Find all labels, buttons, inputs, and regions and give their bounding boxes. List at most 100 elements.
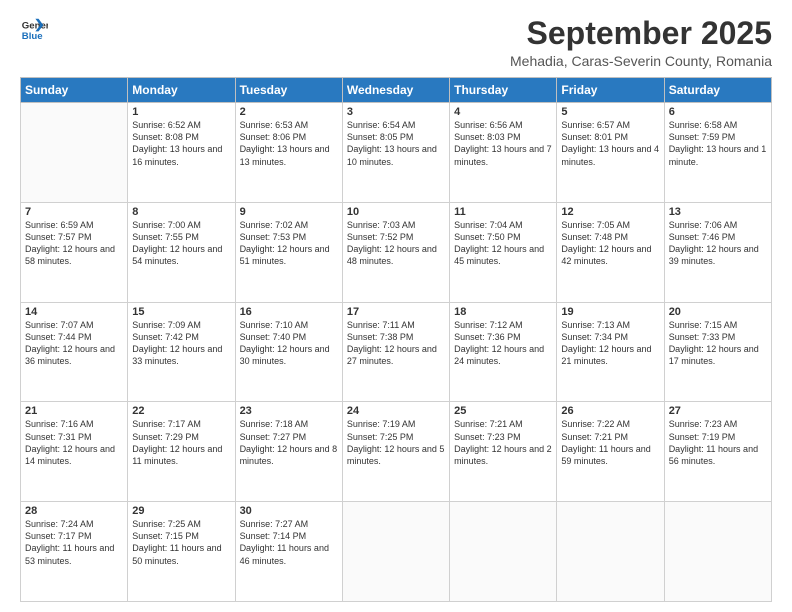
- table-row: [557, 502, 664, 602]
- table-row: 3Sunrise: 6:54 AM Sunset: 8:05 PM Daylig…: [342, 103, 449, 203]
- day-info: Sunrise: 7:23 AM Sunset: 7:19 PM Dayligh…: [669, 418, 767, 467]
- day-number: 18: [454, 306, 552, 318]
- table-row: 5Sunrise: 6:57 AM Sunset: 8:01 PM Daylig…: [557, 103, 664, 203]
- day-info: Sunrise: 7:09 AM Sunset: 7:42 PM Dayligh…: [132, 319, 230, 368]
- svg-text:General: General: [22, 20, 48, 31]
- calendar-row: 28Sunrise: 7:24 AM Sunset: 7:17 PM Dayli…: [21, 502, 772, 602]
- table-row: 30Sunrise: 7:27 AM Sunset: 7:14 PM Dayli…: [235, 502, 342, 602]
- table-row: 20Sunrise: 7:15 AM Sunset: 7:33 PM Dayli…: [664, 302, 771, 402]
- day-number: 28: [25, 505, 123, 517]
- day-number: 15: [132, 306, 230, 318]
- table-row: 14Sunrise: 7:07 AM Sunset: 7:44 PM Dayli…: [21, 302, 128, 402]
- table-row: 2Sunrise: 6:53 AM Sunset: 8:06 PM Daylig…: [235, 103, 342, 203]
- day-info: Sunrise: 7:11 AM Sunset: 7:38 PM Dayligh…: [347, 319, 445, 368]
- month-title: September 2025: [510, 16, 772, 51]
- day-number: 3: [347, 106, 445, 118]
- day-number: 27: [669, 405, 767, 417]
- day-number: 9: [240, 206, 338, 218]
- day-info: Sunrise: 7:05 AM Sunset: 7:48 PM Dayligh…: [561, 219, 659, 268]
- day-info: Sunrise: 6:58 AM Sunset: 7:59 PM Dayligh…: [669, 119, 767, 168]
- day-info: Sunrise: 7:22 AM Sunset: 7:21 PM Dayligh…: [561, 418, 659, 467]
- calendar-row: 7Sunrise: 6:59 AM Sunset: 7:57 PM Daylig…: [21, 202, 772, 302]
- table-row: 6Sunrise: 6:58 AM Sunset: 7:59 PM Daylig…: [664, 103, 771, 203]
- day-number: 6: [669, 106, 767, 118]
- day-info: Sunrise: 6:53 AM Sunset: 8:06 PM Dayligh…: [240, 119, 338, 168]
- day-number: 22: [132, 405, 230, 417]
- page: General Blue September 2025 Mehadia, Car…: [0, 0, 792, 612]
- header-row: Sunday Monday Tuesday Wednesday Thursday…: [21, 78, 772, 103]
- day-info: Sunrise: 6:52 AM Sunset: 8:08 PM Dayligh…: [132, 119, 230, 168]
- day-info: Sunrise: 6:59 AM Sunset: 7:57 PM Dayligh…: [25, 219, 123, 268]
- day-number: 24: [347, 405, 445, 417]
- day-info: Sunrise: 7:21 AM Sunset: 7:23 PM Dayligh…: [454, 418, 552, 467]
- header-wednesday: Wednesday: [342, 78, 449, 103]
- day-number: 20: [669, 306, 767, 318]
- table-row: 17Sunrise: 7:11 AM Sunset: 7:38 PM Dayli…: [342, 302, 449, 402]
- day-info: Sunrise: 7:19 AM Sunset: 7:25 PM Dayligh…: [347, 418, 445, 467]
- header: General Blue September 2025 Mehadia, Car…: [20, 16, 772, 69]
- table-row: [342, 502, 449, 602]
- day-info: Sunrise: 7:07 AM Sunset: 7:44 PM Dayligh…: [25, 319, 123, 368]
- table-row: 28Sunrise: 7:24 AM Sunset: 7:17 PM Dayli…: [21, 502, 128, 602]
- day-number: 25: [454, 405, 552, 417]
- day-number: 12: [561, 206, 659, 218]
- header-monday: Monday: [128, 78, 235, 103]
- table-row: 13Sunrise: 7:06 AM Sunset: 7:46 PM Dayli…: [664, 202, 771, 302]
- day-number: 2: [240, 106, 338, 118]
- day-number: 5: [561, 106, 659, 118]
- table-row: 11Sunrise: 7:04 AM Sunset: 7:50 PM Dayli…: [450, 202, 557, 302]
- table-row: 23Sunrise: 7:18 AM Sunset: 7:27 PM Dayli…: [235, 402, 342, 502]
- table-row: 26Sunrise: 7:22 AM Sunset: 7:21 PM Dayli…: [557, 402, 664, 502]
- day-number: 29: [132, 505, 230, 517]
- day-info: Sunrise: 7:13 AM Sunset: 7:34 PM Dayligh…: [561, 319, 659, 368]
- header-sunday: Sunday: [21, 78, 128, 103]
- day-number: 16: [240, 306, 338, 318]
- logo: General Blue: [20, 16, 48, 44]
- day-info: Sunrise: 7:00 AM Sunset: 7:55 PM Dayligh…: [132, 219, 230, 268]
- day-info: Sunrise: 6:56 AM Sunset: 8:03 PM Dayligh…: [454, 119, 552, 168]
- day-info: Sunrise: 7:16 AM Sunset: 7:31 PM Dayligh…: [25, 418, 123, 467]
- day-number: 10: [347, 206, 445, 218]
- day-number: 8: [132, 206, 230, 218]
- day-info: Sunrise: 7:18 AM Sunset: 7:27 PM Dayligh…: [240, 418, 338, 467]
- table-row: 19Sunrise: 7:13 AM Sunset: 7:34 PM Dayli…: [557, 302, 664, 402]
- table-row: 24Sunrise: 7:19 AM Sunset: 7:25 PM Dayli…: [342, 402, 449, 502]
- day-info: Sunrise: 7:10 AM Sunset: 7:40 PM Dayligh…: [240, 319, 338, 368]
- calendar-table: Sunday Monday Tuesday Wednesday Thursday…: [20, 77, 772, 602]
- day-number: 17: [347, 306, 445, 318]
- day-info: Sunrise: 7:03 AM Sunset: 7:52 PM Dayligh…: [347, 219, 445, 268]
- day-number: 30: [240, 505, 338, 517]
- day-number: 21: [25, 405, 123, 417]
- day-number: 13: [669, 206, 767, 218]
- table-row: 21Sunrise: 7:16 AM Sunset: 7:31 PM Dayli…: [21, 402, 128, 502]
- day-number: 23: [240, 405, 338, 417]
- table-row: [664, 502, 771, 602]
- table-row: 7Sunrise: 6:59 AM Sunset: 7:57 PM Daylig…: [21, 202, 128, 302]
- table-row: 18Sunrise: 7:12 AM Sunset: 7:36 PM Dayli…: [450, 302, 557, 402]
- table-row: 9Sunrise: 7:02 AM Sunset: 7:53 PM Daylig…: [235, 202, 342, 302]
- day-number: 14: [25, 306, 123, 318]
- day-info: Sunrise: 6:57 AM Sunset: 8:01 PM Dayligh…: [561, 119, 659, 168]
- day-info: Sunrise: 7:15 AM Sunset: 7:33 PM Dayligh…: [669, 319, 767, 368]
- day-number: 11: [454, 206, 552, 218]
- table-row: 10Sunrise: 7:03 AM Sunset: 7:52 PM Dayli…: [342, 202, 449, 302]
- table-row: 29Sunrise: 7:25 AM Sunset: 7:15 PM Dayli…: [128, 502, 235, 602]
- table-row: 25Sunrise: 7:21 AM Sunset: 7:23 PM Dayli…: [450, 402, 557, 502]
- title-block: September 2025 Mehadia, Caras-Severin Co…: [510, 16, 772, 69]
- day-info: Sunrise: 6:54 AM Sunset: 8:05 PM Dayligh…: [347, 119, 445, 168]
- day-info: Sunrise: 7:17 AM Sunset: 7:29 PM Dayligh…: [132, 418, 230, 467]
- table-row: 15Sunrise: 7:09 AM Sunset: 7:42 PM Dayli…: [128, 302, 235, 402]
- day-info: Sunrise: 7:12 AM Sunset: 7:36 PM Dayligh…: [454, 319, 552, 368]
- day-number: 19: [561, 306, 659, 318]
- header-thursday: Thursday: [450, 78, 557, 103]
- calendar-row: 1Sunrise: 6:52 AM Sunset: 8:08 PM Daylig…: [21, 103, 772, 203]
- day-number: 7: [25, 206, 123, 218]
- svg-text:Blue: Blue: [22, 31, 43, 42]
- day-info: Sunrise: 7:27 AM Sunset: 7:14 PM Dayligh…: [240, 518, 338, 567]
- subtitle: Mehadia, Caras-Severin County, Romania: [510, 53, 772, 69]
- day-info: Sunrise: 7:06 AM Sunset: 7:46 PM Dayligh…: [669, 219, 767, 268]
- table-row: [21, 103, 128, 203]
- day-info: Sunrise: 7:02 AM Sunset: 7:53 PM Dayligh…: [240, 219, 338, 268]
- logo-icon: General Blue: [20, 16, 48, 44]
- table-row: 22Sunrise: 7:17 AM Sunset: 7:29 PM Dayli…: [128, 402, 235, 502]
